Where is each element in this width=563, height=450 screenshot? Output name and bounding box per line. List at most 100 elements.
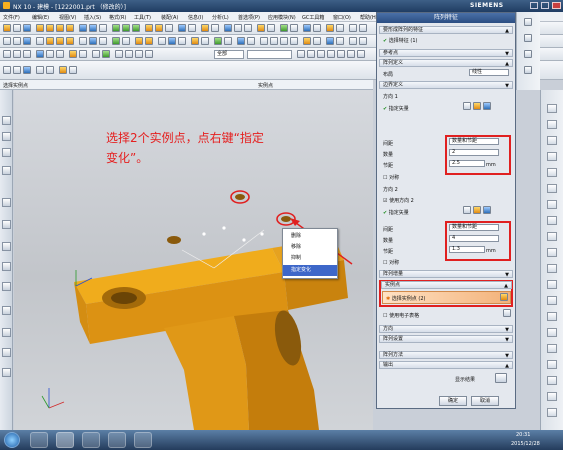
sketch-icon[interactable] — [224, 24, 232, 32]
sync-delete-face-icon[interactable] — [125, 50, 133, 58]
boss-icon[interactable] — [66, 24, 74, 32]
taskbar-app-browser-icon[interactable] — [30, 432, 48, 448]
symmetric-checkbox-1[interactable]: ☐ 对称 — [383, 174, 399, 181]
pitch-input-2[interactable]: 1.3 — [449, 246, 485, 253]
ruled-icon[interactable] — [66, 37, 74, 45]
join-curve-icon[interactable] — [122, 37, 130, 45]
snap-mid-icon[interactable] — [337, 50, 345, 58]
snap-end-icon[interactable] — [327, 50, 335, 58]
spreadsheet-icon[interactable] — [503, 309, 511, 317]
select-face-icon[interactable] — [297, 50, 305, 58]
menu-gc-toolbox[interactable]: GC工具箱 — [302, 14, 324, 21]
taskbar-app-paint-icon[interactable] — [134, 432, 152, 448]
count-input-1[interactable]: 2 — [449, 149, 499, 156]
snap-center-icon[interactable] — [347, 50, 355, 58]
block-icon[interactable] — [79, 24, 87, 32]
section-direction[interactable]: 方向 ▼ — [379, 325, 513, 333]
sketch-mirror-tool-icon[interactable] — [547, 312, 557, 321]
sketch-point-tool-icon[interactable] — [547, 232, 557, 241]
view-triad-icon[interactable] — [23, 66, 31, 74]
palette-icon[interactable] — [2, 242, 11, 251]
thicken-icon[interactable] — [290, 24, 298, 32]
sketch-spline-tool-icon[interactable] — [547, 216, 557, 225]
sketch-offset-tool-icon[interactable] — [547, 248, 557, 257]
section-reference-point[interactable]: 参考点 ▼ — [379, 49, 513, 57]
section-instance-point[interactable]: 实例点 ▲ — [381, 281, 512, 289]
zoom-icon[interactable] — [270, 37, 278, 45]
sketch-auto-constrain-icon[interactable] — [547, 360, 557, 369]
unite-icon[interactable] — [112, 24, 120, 32]
help-tab-icon[interactable] — [2, 368, 11, 377]
section-pattern-definition[interactable]: 阵列定义 ▲ — [379, 59, 513, 67]
swept-icon[interactable] — [56, 37, 64, 45]
ok-button[interactable]: 确定 — [439, 396, 467, 406]
menu-window[interactable]: 窗口(O) — [333, 14, 351, 21]
sketch-circle-tool-icon[interactable] — [547, 152, 557, 161]
wcs-icon[interactable] — [46, 66, 54, 74]
subtract-icon[interactable] — [122, 24, 130, 32]
process-studio-icon[interactable] — [2, 306, 11, 315]
dimension-icon[interactable] — [69, 50, 77, 58]
sketch-extend-tool-icon[interactable] — [547, 280, 557, 289]
section-output[interactable]: 输出 ▲ — [379, 361, 513, 369]
n-sided-surface-icon[interactable] — [145, 37, 153, 45]
use-direction2-checkbox[interactable]: ☑ 使用方向 2 — [383, 197, 414, 204]
menu-info[interactable]: 信息(I) — [188, 14, 203, 21]
menu-insert[interactable]: 插入(S) — [84, 14, 101, 21]
context-menu-remove[interactable]: 移除 — [283, 242, 337, 253]
view-fit-icon[interactable] — [524, 18, 532, 26]
select-edge-icon[interactable] — [307, 50, 315, 58]
line-icon[interactable] — [3, 37, 11, 45]
section-icon[interactable] — [313, 24, 321, 32]
sheet-to-solid-icon[interactable] — [191, 37, 199, 45]
clip-section-icon[interactable] — [336, 37, 344, 45]
datum-plane-icon[interactable] — [234, 24, 242, 32]
history-icon[interactable] — [2, 198, 11, 207]
wave-linker-icon[interactable] — [178, 37, 186, 45]
datum-csys-icon[interactable] — [102, 50, 110, 58]
system-scene-icon[interactable] — [2, 282, 11, 291]
context-menu-suppress[interactable]: 抑制 — [283, 253, 337, 264]
work-layer-icon[interactable] — [36, 66, 44, 74]
snap-point-icon[interactable] — [317, 50, 325, 58]
show-result-icon[interactable] — [495, 373, 507, 383]
cone-icon[interactable] — [99, 24, 107, 32]
undo-icon[interactable] — [349, 24, 357, 32]
highlight-icon[interactable] — [59, 66, 67, 74]
specify-vector-row-2[interactable]: ✔ 指定矢量 — [383, 209, 409, 216]
menu-view[interactable]: 视图(V) — [59, 14, 76, 21]
menu-icon[interactable] — [3, 66, 11, 74]
sketch-rect-tool-icon[interactable] — [547, 184, 557, 193]
view-zoom-icon[interactable] — [524, 34, 532, 42]
sketch-fillet-icon[interactable] — [46, 50, 54, 58]
spacing-select-2[interactable]: 数量和节距 — [449, 224, 499, 231]
use-spreadsheet-checkbox[interactable]: ☐ 使用电子表格 — [383, 312, 419, 319]
cylinder-icon[interactable] — [89, 24, 97, 32]
point-dialog-icon[interactable] — [500, 293, 508, 301]
project-curve-icon[interactable] — [79, 37, 87, 45]
context-menu-specify-variation[interactable]: 指定变化 — [283, 265, 337, 276]
reverse-direction-icon[interactable] — [473, 102, 481, 110]
trim-sheet-icon[interactable] — [158, 37, 166, 45]
section-features-to-pattern[interactable]: 要形成阵列的特征 ▲ — [379, 26, 513, 34]
vector-type-icon-2[interactable] — [483, 206, 491, 214]
count-input-2[interactable]: 4 — [449, 235, 499, 242]
point-icon[interactable] — [36, 37, 44, 45]
redo-icon[interactable] — [359, 24, 367, 32]
sketch-profile-icon[interactable] — [547, 104, 557, 113]
patch-icon[interactable] — [201, 37, 209, 45]
extract-geometry-icon[interactable] — [168, 37, 176, 45]
sketch-rectangle-icon[interactable] — [36, 50, 44, 58]
menu-application[interactable]: 应用模块(N) — [268, 14, 296, 21]
web-browser-icon[interactable] — [2, 220, 11, 229]
graphics-window[interactable]: 选择2个实例点，点右键“指定变化”。 删除 移除 抑制 指定变化 — [14, 90, 373, 430]
part-navigator-icon[interactable] — [247, 37, 255, 45]
spline-icon[interactable] — [23, 37, 31, 45]
annotation-icon[interactable] — [92, 50, 100, 58]
spacing-select-1[interactable]: 数量和节距 — [449, 138, 499, 145]
sync-replace-face-icon[interactable] — [135, 50, 143, 58]
datum-axis-icon[interactable] — [244, 24, 252, 32]
section-pattern-settings[interactable]: 阵列设置 ▼ — [379, 335, 513, 343]
select-instance-point-row[interactable]: ✱ 选择实例点 (2) — [382, 291, 511, 304]
offset-curve-icon[interactable] — [99, 37, 107, 45]
